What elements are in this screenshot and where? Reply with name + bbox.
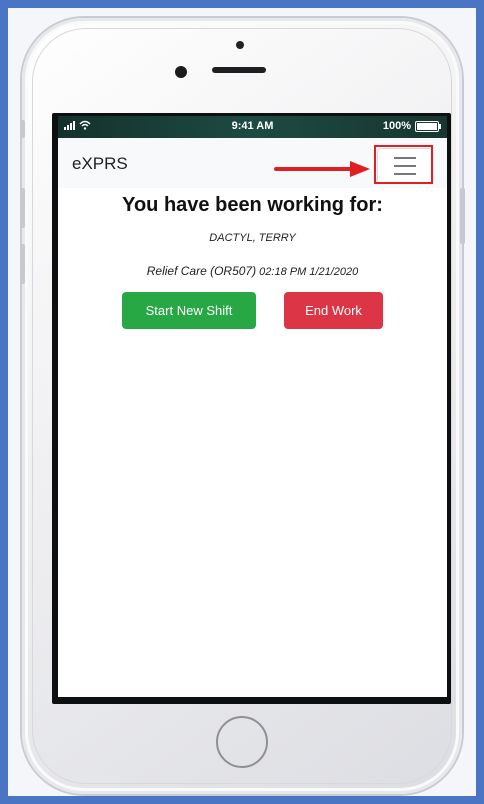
front-camera [175, 66, 187, 78]
status-right: 100% [382, 120, 441, 132]
annotation-highlight-box [374, 145, 433, 184]
home-button[interactable] [216, 716, 268, 768]
volume-down-button [20, 244, 25, 284]
page-title: You have been working for: [122, 194, 383, 216]
service-name: Relief Care (OR507) [146, 264, 257, 278]
end-work-button[interactable]: End Work [284, 292, 383, 329]
brand-logo[interactable]: eXPRS [72, 154, 128, 174]
start-new-shift-button[interactable]: Start New Shift [122, 292, 256, 329]
phone-screen: 9:41 AM 100% eXPRS You have been working… [58, 116, 447, 697]
service-info: Relief Care (OR507) 02:18 PM 1/21/2020 [58, 264, 447, 278]
mute-switch [20, 120, 25, 138]
power-button [460, 188, 465, 244]
battery-icon [415, 120, 441, 132]
earpiece-speaker [212, 67, 266, 73]
arrow-right-icon [274, 161, 370, 177]
volume-up-button [20, 188, 25, 228]
proximity-sensor [236, 41, 244, 49]
battery-percent: 100% [382, 120, 411, 132]
start-time: 02:18 PM [259, 266, 307, 278]
client-name: DACTYL, TERRY [209, 232, 296, 244]
status-bar: 9:41 AM 100% [58, 116, 447, 138]
start-date: 1/21/2020 [309, 266, 359, 278]
